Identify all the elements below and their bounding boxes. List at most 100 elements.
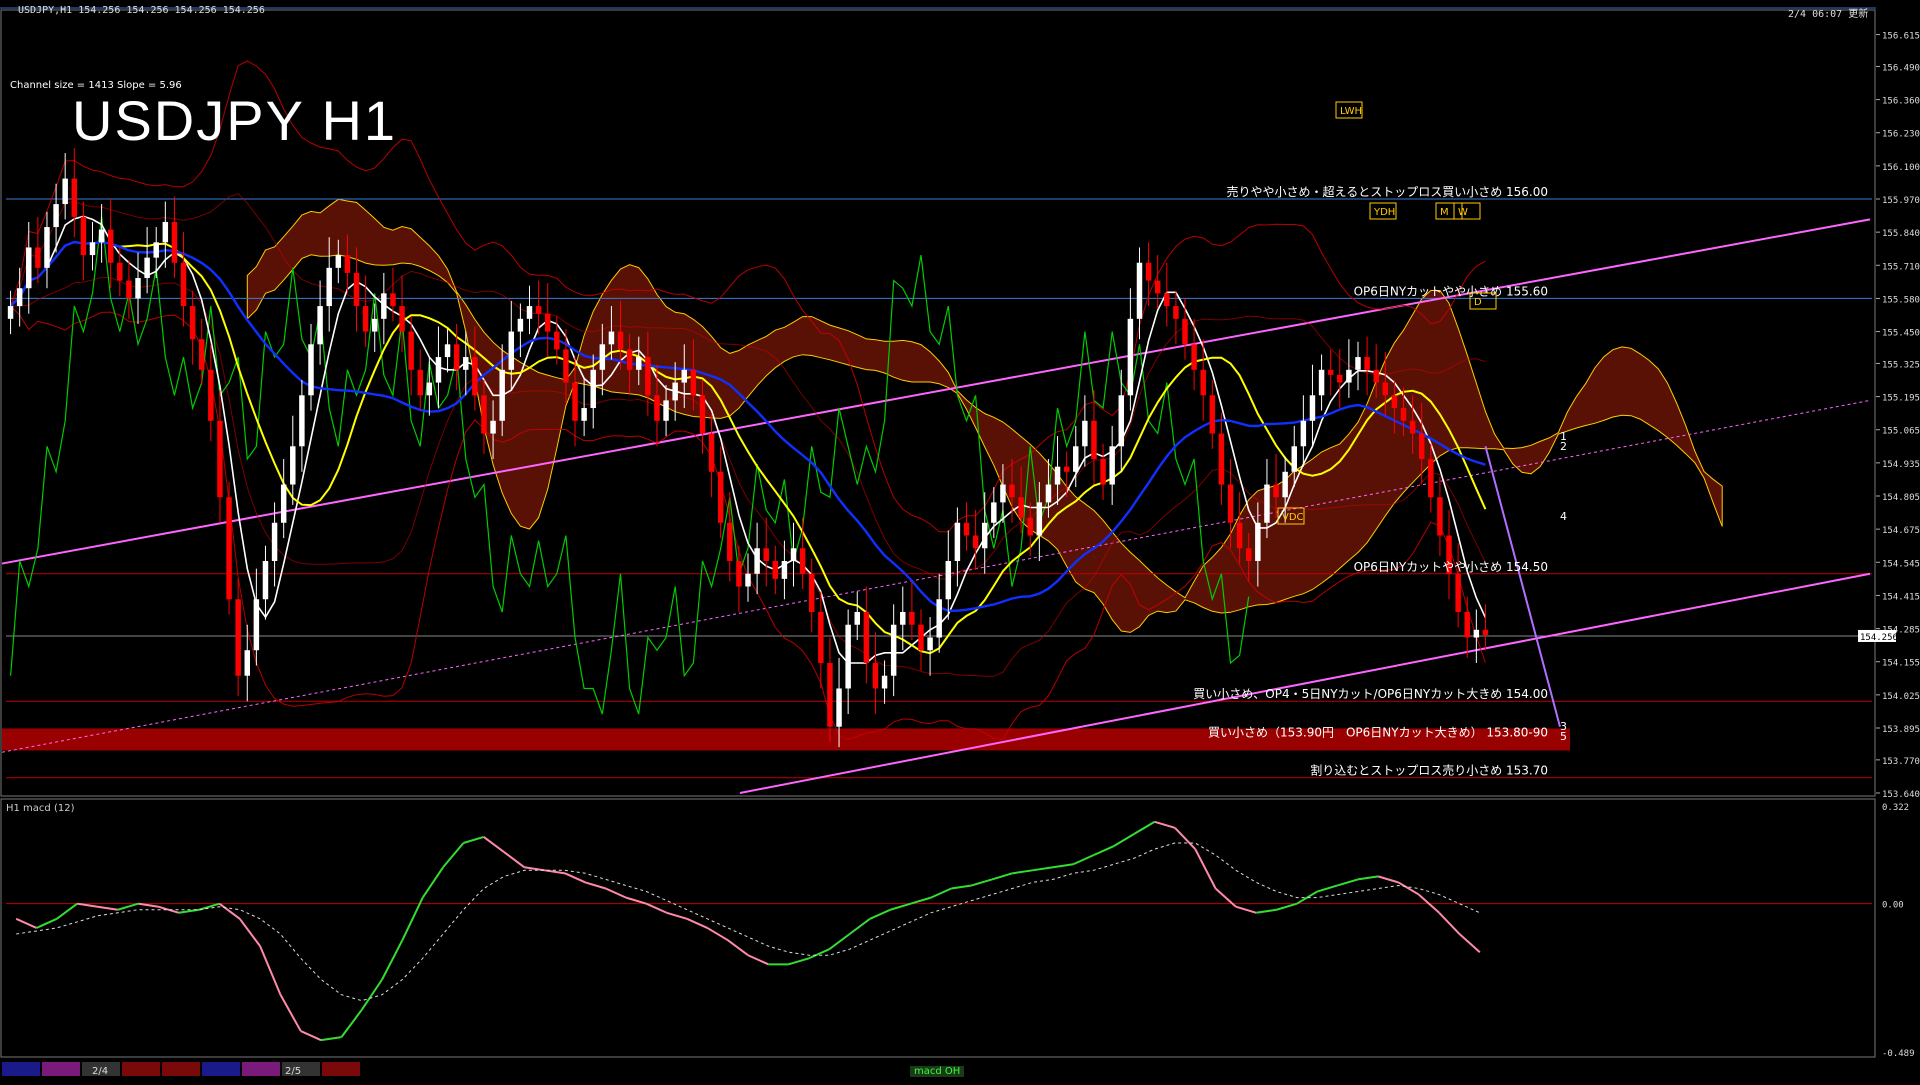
candle-body: [799, 548, 806, 574]
candle-body: [736, 561, 742, 587]
candle-body: [1282, 471, 1288, 498]
candle-body: [517, 318, 524, 332]
candle-body: [1373, 369, 1379, 383]
macd-tick-label: -0.489: [1882, 1049, 1915, 1059]
candle-body: [1063, 466, 1070, 472]
candle-body: [1437, 497, 1443, 536]
candle-body: [1182, 318, 1188, 345]
candle-body: [572, 382, 578, 421]
update-time: 2/4 06:07 更新: [1788, 9, 1869, 20]
date-label-2: 2/5: [285, 1066, 302, 1077]
candle-body: [881, 675, 888, 689]
chart-window: 売りやや小さめ・超えるとストップロス買い小さめ 156.00 OP6日NYカットや…: [0, 0, 1920, 1080]
chart-canvas[interactable]: 売りやや小さめ・超えるとストップロス買い小さめ 156.00 OP6日NYカットや…: [0, 0, 1920, 1080]
price-tick-label: 153.640: [1882, 790, 1920, 800]
candle-body: [1218, 433, 1225, 485]
candle-body: [1200, 369, 1206, 396]
candle-body: [262, 561, 269, 600]
candle-body: [426, 382, 433, 396]
candle-body: [690, 369, 697, 396]
candle-body: [1045, 484, 1052, 503]
candle-body: [481, 395, 487, 434]
candle-body: [1346, 369, 1352, 383]
candle-body: [371, 318, 378, 332]
candle-body: [808, 573, 815, 612]
price-tick-label: 156.230: [1882, 130, 1920, 140]
candle-body: [717, 471, 724, 523]
wave-label: 2: [1560, 440, 1567, 453]
candle-body: [727, 522, 733, 562]
candle-body: [344, 255, 351, 273]
candle-body: [408, 331, 414, 370]
candle-body: [918, 624, 924, 651]
candle-body: [180, 262, 187, 307]
candle-body: [1118, 395, 1125, 447]
candle-body: [1482, 629, 1489, 635]
candle-body: [1428, 459, 1434, 498]
level-label: 買い小さめ、OP4・5日NYカット/OP6日NYカット大きめ 154.00: [1193, 687, 1548, 701]
date-label-1: 2/4: [92, 1066, 109, 1077]
candle-body: [98, 229, 105, 243]
candle-body: [117, 262, 123, 281]
candle-body: [599, 344, 606, 370]
candle-body: [1136, 262, 1143, 319]
level-label: 買い小さめ（153.90円 OP6日NYカット大きめ） 153.80-90: [1208, 725, 1548, 739]
bottom-strip-segment: [42, 1062, 80, 1076]
candle-body: [472, 357, 478, 396]
candle-body: [153, 242, 159, 258]
candle-body: [144, 257, 150, 279]
bottom-strip-segment: [122, 1062, 160, 1076]
price-tick-label: 155.195: [1882, 394, 1920, 404]
price-tick-label: 154.675: [1882, 526, 1920, 536]
bottom-strip-segment: [202, 1062, 240, 1076]
candle-body: [435, 357, 442, 383]
candle-body: [453, 344, 460, 370]
candle-body: [335, 255, 342, 268]
candle-body: [763, 548, 769, 562]
bottom-strip-segment: [242, 1062, 280, 1076]
candle-body: [189, 306, 196, 340]
candle-body: [1337, 374, 1343, 383]
candle-body: [199, 339, 205, 370]
candle-body: [890, 624, 897, 676]
candle-body: [909, 611, 915, 625]
symbol-info: USDJPY,H1 154.256 154.256 154.256 154.25…: [18, 5, 265, 16]
wave-label: 4: [1560, 510, 1567, 523]
candle-body: [290, 446, 296, 485]
level-label: OP6日NYカットやや小さめ 154.50: [1354, 560, 1548, 574]
candle-body: [708, 433, 715, 472]
candle-body: [508, 331, 515, 370]
marker-label: LWH: [1340, 106, 1362, 117]
candle-body: [135, 278, 141, 299]
candle-body: [845, 624, 851, 689]
candle-body: [1400, 408, 1407, 421]
candle-body: [35, 247, 41, 268]
candle-body: [1109, 446, 1115, 485]
price-tick-label: 155.970: [1882, 196, 1920, 206]
marker-label: D: [1474, 297, 1482, 308]
candle-body: [80, 216, 87, 256]
candle-body: [463, 357, 469, 370]
candle-body: [107, 229, 114, 263]
wave-label: 5: [1560, 730, 1567, 743]
candle-body: [1327, 369, 1334, 375]
candle-body: [162, 221, 169, 243]
candle-body: [89, 242, 96, 256]
candle-body: [308, 344, 314, 396]
candle-body: [253, 599, 260, 651]
level-label: OP6日NYカットやや小さめ 155.60: [1354, 284, 1548, 298]
candle-body: [271, 522, 278, 562]
candle-body: [1409, 420, 1416, 434]
bottom-strip-segment: [162, 1062, 200, 1076]
indicator-tab[interactable]: macd OH: [910, 1066, 965, 1077]
price-tick-label: 154.415: [1882, 592, 1920, 602]
candle-body: [126, 280, 132, 299]
candle-body: [954, 522, 961, 562]
price-tick-label: 155.325: [1882, 360, 1920, 370]
candle-body: [1173, 306, 1179, 319]
candle-body: [44, 227, 50, 268]
price-tick-label: 155.580: [1882, 295, 1920, 305]
candle-body: [71, 178, 78, 217]
candle-body: [636, 357, 642, 370]
candle-body: [208, 369, 214, 421]
